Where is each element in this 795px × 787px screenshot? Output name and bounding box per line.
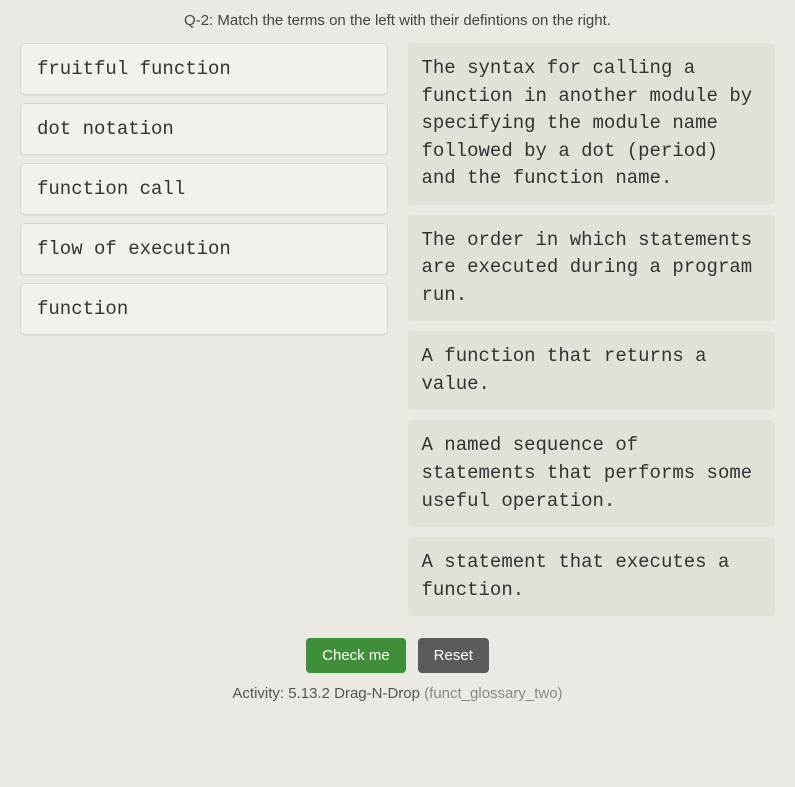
check-button[interactable]: Check me: [306, 638, 406, 673]
terms-column: fruitful function dot notation function …: [20, 43, 388, 616]
definition-item[interactable]: A named sequence of statements that perf…: [408, 420, 776, 527]
activity-prefix: Activity: 5.13.2 Drag-N-Drop: [232, 685, 424, 702]
activity-caption: Activity: 5.13.2 Drag-N-Drop (funct_glos…: [20, 685, 775, 702]
activity-slug: (funct_glossary_two): [424, 685, 562, 702]
match-columns: fruitful function dot notation function …: [20, 43, 775, 616]
reset-button[interactable]: Reset: [418, 638, 489, 673]
term-item[interactable]: function: [20, 283, 388, 335]
definition-item[interactable]: The syntax for calling a function in ano…: [408, 43, 776, 205]
definitions-column: The syntax for calling a function in ano…: [408, 43, 776, 616]
definition-item[interactable]: The order in which statements are execut…: [408, 215, 776, 322]
definition-item[interactable]: A function that returns a value.: [408, 331, 776, 410]
term-item[interactable]: function call: [20, 163, 388, 215]
term-item[interactable]: fruitful function: [20, 43, 388, 95]
question-prompt: Q-2: Match the terms on the left with th…: [20, 12, 775, 29]
term-item[interactable]: dot notation: [20, 103, 388, 155]
definition-item[interactable]: A statement that executes a function.: [408, 537, 776, 616]
button-row: Check me Reset: [20, 638, 775, 673]
term-item[interactable]: flow of execution: [20, 223, 388, 275]
